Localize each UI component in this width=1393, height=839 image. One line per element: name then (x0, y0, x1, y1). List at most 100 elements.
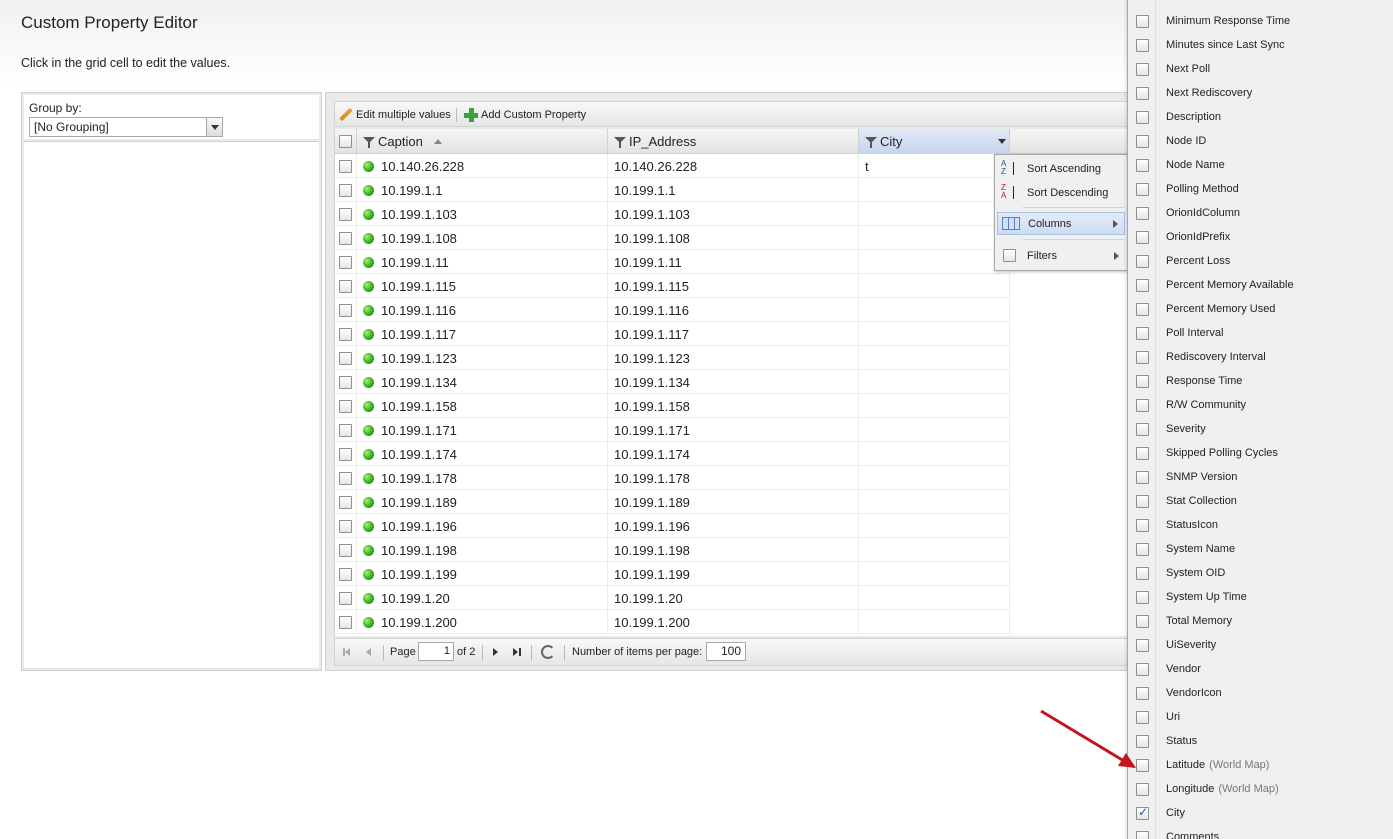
table-row[interactable]: 10.199.1.189 10.199.1.189 (335, 490, 1010, 514)
column-toggle-checkbox[interactable] (1136, 158, 1149, 172)
column-toggle-checkbox[interactable] (1136, 62, 1149, 76)
caption-cell[interactable]: 10.199.1.103 (357, 202, 608, 226)
next-page-button[interactable] (490, 646, 502, 658)
column-toggle-checkbox[interactable] (1136, 398, 1149, 412)
column-toggle-item[interactable]: R/W Community (1128, 393, 1393, 417)
column-toggle-item[interactable]: Minutes since Last Sync (1128, 33, 1393, 57)
column-toggle-checkbox[interactable] (1136, 230, 1149, 244)
items-per-page-field[interactable]: 100 (706, 642, 746, 661)
ip-address-cell[interactable]: 10.199.1.200 (608, 610, 859, 634)
column-toggle-item[interactable]: Stat Collection (1128, 489, 1393, 513)
last-page-button[interactable] (511, 646, 523, 658)
row-checkbox[interactable] (339, 375, 352, 389)
city-cell[interactable] (859, 370, 1010, 394)
column-toggle-checkbox[interactable] (1136, 278, 1149, 292)
column-toggle-checkbox[interactable] (1136, 302, 1149, 316)
column-toggle-item[interactable]: Description (1128, 105, 1393, 129)
columns-menu-item[interactable]: Columns (997, 212, 1125, 235)
column-toggle-item[interactable]: Vendor (1128, 657, 1393, 681)
table-row[interactable]: 10.199.1.196 10.199.1.196 (335, 514, 1010, 538)
ip-address-cell[interactable]: 10.199.1.178 (608, 466, 859, 490)
column-toggle-checkbox[interactable] (1136, 326, 1149, 340)
caption-cell[interactable]: 10.140.26.228 (357, 154, 608, 178)
row-checkbox[interactable] (339, 183, 352, 197)
column-toggle-checkbox[interactable] (1136, 782, 1149, 796)
city-cell[interactable] (859, 562, 1010, 586)
column-toggle-item[interactable]: Next Poll (1128, 57, 1393, 81)
table-row[interactable]: 10.199.1.11 10.199.1.11 (335, 250, 1010, 274)
ip-address-cell[interactable]: 10.199.1.117 (608, 322, 859, 346)
ip-address-cell[interactable]: 10.199.1.103 (608, 202, 859, 226)
ip-address-cell[interactable]: 10.199.1.108 (608, 226, 859, 250)
caption-cell[interactable]: 10.199.1.171 (357, 418, 608, 442)
column-toggle-item[interactable]: Rediscovery Interval (1128, 345, 1393, 369)
column-menu-trigger[interactable] (995, 129, 1009, 154)
city-cell[interactable] (859, 418, 1010, 442)
column-toggle-checkbox[interactable] (1136, 518, 1149, 532)
column-toggle-item[interactable]: Percent Memory Available (1128, 273, 1393, 297)
caption-cell[interactable]: 10.199.1.198 (357, 538, 608, 562)
ip-address-cell[interactable]: 10.199.1.198 (608, 538, 859, 562)
table-row[interactable]: 10.140.26.228 10.140.26.228 t (335, 154, 1010, 178)
column-toggle-item[interactable]: OrionIdPrefix (1128, 225, 1393, 249)
column-toggle-item[interactable]: Percent Memory Used (1128, 297, 1393, 321)
previous-page-button[interactable] (363, 646, 375, 658)
caption-cell[interactable]: 10.199.1.123 (357, 346, 608, 370)
sort-ascending-menu-item[interactable]: Sort Ascending (997, 157, 1125, 180)
row-checkbox[interactable] (339, 303, 352, 317)
column-toggle-checkbox[interactable] (1136, 614, 1149, 628)
column-toggle-item[interactable]: Percent Loss (1128, 249, 1393, 273)
edit-multiple-values-button[interactable]: Edit multiple values (339, 107, 451, 123)
column-toggle-item[interactable]: Polling Method (1128, 177, 1393, 201)
ip-address-cell[interactable]: 10.199.1.123 (608, 346, 859, 370)
column-toggle-checkbox[interactable] (1136, 566, 1149, 580)
column-toggle-item[interactable]: Longitude (World Map) (1128, 777, 1393, 801)
column-toggle-checkbox[interactable] (1136, 446, 1149, 460)
city-cell[interactable] (859, 298, 1010, 322)
city-cell[interactable] (859, 538, 1010, 562)
column-header-caption[interactable]: Caption (357, 129, 608, 154)
column-toggle-checkbox[interactable] (1136, 470, 1149, 484)
column-toggle-item[interactable]: Skipped Polling Cycles (1128, 441, 1393, 465)
column-toggle-item[interactable]: Uri (1128, 705, 1393, 729)
row-checkbox[interactable] (339, 567, 352, 581)
ip-address-cell[interactable]: 10.199.1.116 (608, 298, 859, 322)
caption-cell[interactable]: 10.199.1.178 (357, 466, 608, 490)
column-toggle-item[interactable]: Severity (1128, 417, 1393, 441)
ip-address-cell[interactable]: 10.199.1.171 (608, 418, 859, 442)
column-header-city[interactable]: City (859, 129, 1010, 154)
column-toggle-checkbox[interactable] (1136, 638, 1149, 652)
city-cell[interactable] (859, 226, 1010, 250)
row-checkbox[interactable] (339, 471, 352, 485)
table-row[interactable]: 10.199.1.174 10.199.1.174 (335, 442, 1010, 466)
table-row[interactable]: 10.199.1.108 10.199.1.108 (335, 226, 1010, 250)
city-cell[interactable] (859, 202, 1010, 226)
city-cell[interactable] (859, 586, 1010, 610)
column-toggle-item[interactable]: UiSeverity (1128, 633, 1393, 657)
ip-address-cell[interactable]: 10.199.1.199 (608, 562, 859, 586)
column-toggle-checkbox[interactable] (1136, 38, 1149, 52)
caption-cell[interactable]: 10.199.1.134 (357, 370, 608, 394)
caption-cell[interactable]: 10.199.1.117 (357, 322, 608, 346)
row-checkbox[interactable] (339, 423, 352, 437)
column-toggle-item[interactable]: SNMP Version (1128, 465, 1393, 489)
city-cell[interactable] (859, 442, 1010, 466)
column-toggle-item[interactable]: Node ID (1128, 129, 1393, 153)
column-toggle-checkbox[interactable] (1136, 805, 1149, 820)
caption-cell[interactable]: 10.199.1.174 (357, 442, 608, 466)
column-toggle-item[interactable]: VendorIcon (1128, 681, 1393, 705)
caption-cell[interactable]: 10.199.1.116 (357, 298, 608, 322)
ip-address-cell[interactable]: 10.199.1.158 (608, 394, 859, 418)
caption-cell[interactable]: 10.199.1.108 (357, 226, 608, 250)
column-toggle-checkbox[interactable] (1136, 374, 1149, 388)
row-checkbox[interactable] (339, 591, 352, 605)
column-toggle-checkbox[interactable] (1136, 542, 1149, 556)
caption-cell[interactable]: 10.199.1.115 (357, 274, 608, 298)
column-toggle-checkbox[interactable] (1136, 206, 1149, 220)
city-cell[interactable] (859, 274, 1010, 298)
row-checkbox[interactable] (339, 519, 352, 533)
column-toggle-item[interactable]: System Up Time (1128, 585, 1393, 609)
table-row[interactable]: 10.199.1.199 10.199.1.199 (335, 562, 1010, 586)
city-cell[interactable] (859, 466, 1010, 490)
column-toggle-checkbox[interactable] (1136, 14, 1149, 28)
